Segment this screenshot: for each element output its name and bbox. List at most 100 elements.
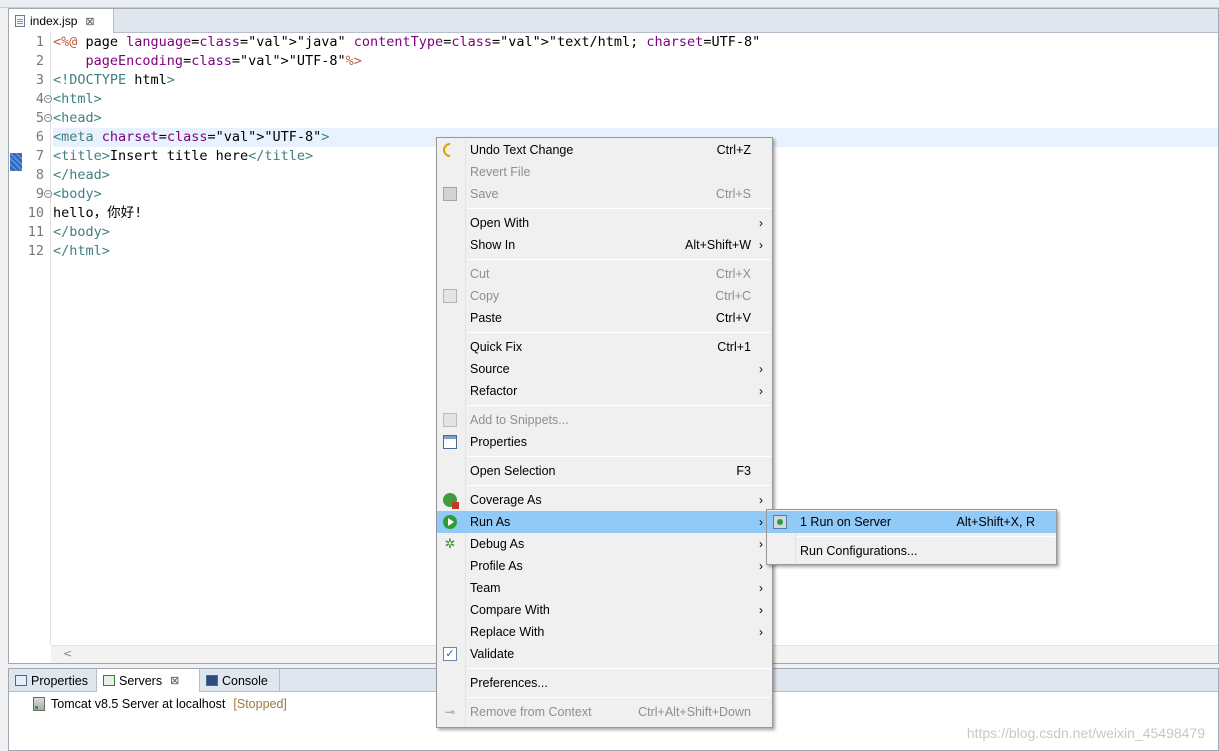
submenu-arrow-icon: ›	[759, 216, 763, 230]
line-number: 5−	[35, 110, 52, 126]
submenu-arrow-icon: ›	[759, 384, 763, 398]
menu-item-label: Source	[470, 362, 510, 376]
tab-label: Properties	[31, 673, 88, 688]
menu-item-quick-fix[interactable]: Quick Fix Ctrl+1	[437, 336, 772, 358]
menu-separator	[467, 485, 771, 486]
menu-item-revert-file: Revert File	[437, 161, 772, 183]
line-number: 8	[35, 167, 44, 183]
line-number: 10	[27, 205, 44, 221]
menu-item-1-run-on-server[interactable]: 1 Run on Server Alt+Shift+X, R	[767, 511, 1056, 533]
editor-context-menu: Undo Text Change Ctrl+Z Revert File Save Ctr…	[436, 137, 773, 728]
line-number: 9−	[35, 186, 52, 202]
menu-item-label: Open With	[470, 216, 530, 230]
menu-item-label: Open Selection	[470, 464, 556, 478]
server-name: Tomcat v8.5 Server at localhost	[51, 697, 226, 711]
fold-collapse-icon[interactable]: −	[44, 95, 52, 103]
tomcat-server-icon	[33, 697, 45, 711]
run-icon	[443, 515, 457, 529]
window-top-strip	[0, 0, 1219, 8]
submenu-arrow-icon: ›	[759, 493, 763, 507]
submenu-arrow-icon: ›	[759, 559, 763, 573]
fold-collapse-icon[interactable]: −	[44, 190, 52, 198]
menu-item-remove-from-context: ⊸ Remove from Context Ctrl+Alt+Shift+Down	[437, 701, 772, 723]
menu-item-preferences[interactable]: Preferences...	[437, 672, 772, 694]
menu-item-label: Profile As	[470, 559, 523, 573]
menu-item-label: Debug As	[470, 537, 525, 551]
code-line: <html>	[53, 91, 102, 107]
save-icon	[443, 187, 457, 201]
line-number: 1	[35, 34, 44, 50]
fold-collapse-icon[interactable]: −	[44, 114, 52, 122]
line-number: 11	[27, 224, 44, 240]
servers-icon	[103, 675, 115, 686]
menu-item-run-as[interactable]: Run As ›	[437, 511, 772, 533]
menu-item-undo-text-change[interactable]: Undo Text Change Ctrl+Z	[437, 139, 772, 161]
menu-item-save: Save Ctrl+S	[437, 183, 772, 205]
menu-item-properties[interactable]: Properties	[437, 431, 772, 453]
tab-label: Servers	[119, 673, 163, 688]
menu-item-paste[interactable]: Paste Ctrl+V	[437, 307, 772, 329]
menu-item-label: Add to Snippets...	[470, 413, 569, 427]
menu-item-replace-with[interactable]: Replace With ›	[437, 621, 772, 643]
menu-item-coverage-as[interactable]: Coverage As ›	[437, 489, 772, 511]
menu-item-shortcut: Ctrl+C	[715, 289, 751, 303]
run-as-submenu: 1 Run on Server Alt+Shift+X, R Run Configu…	[766, 509, 1057, 565]
menu-item-label: Revert File	[470, 165, 531, 179]
submenu-arrow-icon: ›	[759, 625, 763, 639]
menu-item-shortcut: Alt+Shift+X, R	[956, 515, 1035, 529]
menu-separator	[467, 668, 771, 669]
code-line: <head>	[53, 110, 102, 126]
annotation-ruler	[9, 33, 23, 645]
menu-item-open-with[interactable]: Open With ›	[437, 212, 772, 234]
properties-icon	[15, 675, 27, 686]
console-icon	[206, 675, 218, 686]
submenu-arrow-icon: ›	[759, 603, 763, 617]
menu-separator	[797, 536, 1055, 537]
menu-item-label: Run Configurations...	[800, 544, 918, 558]
undo-icon	[440, 140, 460, 160]
menu-item-team[interactable]: Team ›	[437, 577, 772, 599]
menu-item-open-selection[interactable]: Open Selection F3	[437, 460, 772, 482]
code-line: pageEncoding=class="val">"UTF-8"%>	[85, 53, 362, 69]
copy-icon	[443, 289, 457, 303]
code-line: <!DOCTYPE html>	[53, 72, 175, 88]
remove-context-icon: ⊸	[444, 705, 456, 719]
menu-item-profile-as[interactable]: Profile As ›	[437, 555, 772, 577]
submenu-arrow-icon: ›	[759, 362, 763, 376]
debug-icon: ✲	[444, 536, 456, 551]
menu-item-label: Refactor	[470, 384, 518, 398]
menu-item-refactor[interactable]: Refactor ›	[437, 380, 772, 402]
editor-tab-index-jsp[interactable]: index.jsp ⊠	[9, 9, 114, 33]
run-on-server-icon	[773, 515, 787, 529]
menu-item-compare-with[interactable]: Compare With ›	[437, 599, 772, 621]
line-number: 4−	[35, 91, 52, 107]
submenu-arrow-icon: ›	[759, 238, 763, 252]
menu-item-cut: Cut Ctrl+X	[437, 263, 772, 285]
server-list-item[interactable]: Tomcat v8.5 Server at localhost [Stopped…	[33, 697, 287, 711]
menu-item-source[interactable]: Source ›	[437, 358, 772, 380]
menu-item-run-configurations[interactable]: Run Configurations...	[767, 540, 1056, 562]
menu-item-label: Coverage As	[470, 493, 542, 507]
menu-item-debug-as[interactable]: ✲ Debug As ›	[437, 533, 772, 555]
menu-item-show-in[interactable]: Show In Alt+Shift+W ›	[437, 234, 772, 256]
menu-item-shortcut: Ctrl+X	[715, 267, 751, 281]
scroll-left-arrow-icon[interactable]: <	[63, 647, 72, 660]
menu-item-label: Properties	[470, 435, 527, 449]
menu-separator	[467, 259, 771, 260]
tab-properties[interactable]: Properties	[9, 669, 97, 692]
menu-separator	[467, 332, 771, 333]
tab-servers[interactable]: Servers ⊠	[97, 669, 200, 692]
menu-item-label: Replace With	[470, 625, 545, 639]
server-status: [Stopped]	[233, 697, 287, 711]
close-tab-icon[interactable]: ⊠	[85, 15, 94, 28]
menu-item-shortcut: Ctrl+1	[717, 340, 751, 354]
properties-icon	[443, 435, 457, 449]
menu-item-validate[interactable]: ✓ Validate	[437, 643, 772, 665]
line-number: 7	[35, 148, 44, 164]
tab-label: Console	[222, 673, 268, 688]
line-number: 6	[35, 129, 44, 145]
editor-tab-bar: index.jsp ⊠	[9, 9, 1218, 33]
tab-console[interactable]: Console	[200, 669, 280, 692]
menu-item-label: Team	[470, 581, 501, 595]
close-tab-icon[interactable]: ⊠	[170, 674, 179, 687]
